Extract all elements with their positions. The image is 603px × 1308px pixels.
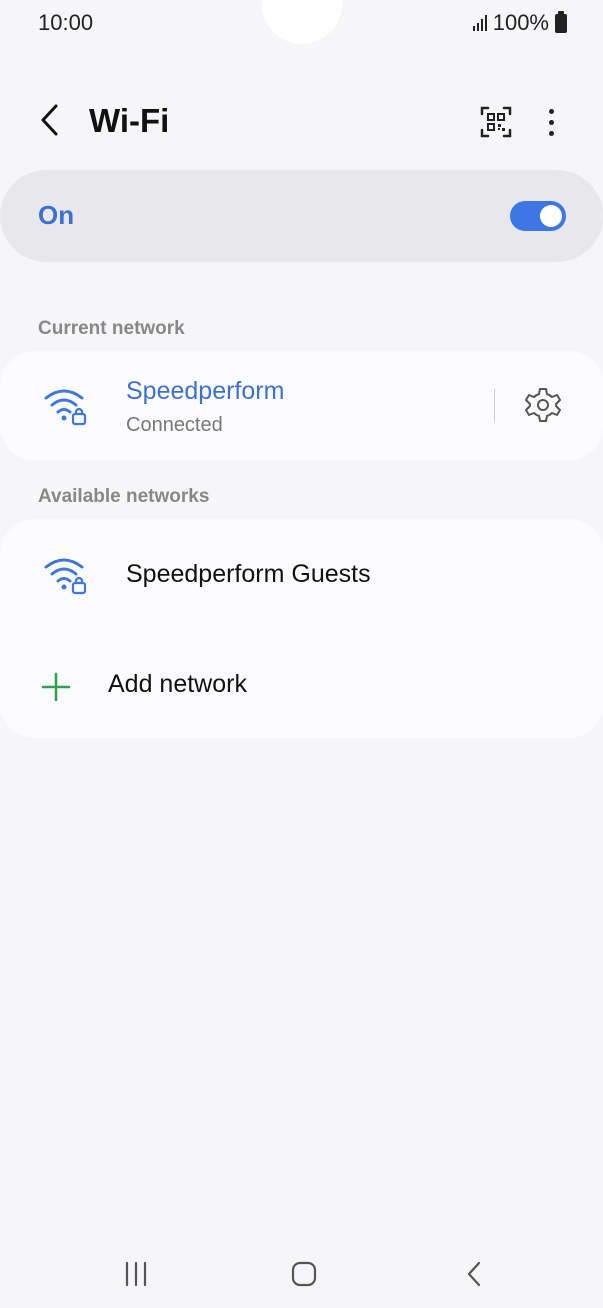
home-icon bbox=[291, 1261, 317, 1287]
home-button[interactable] bbox=[284, 1254, 324, 1294]
wifi-toggle-label: On bbox=[38, 200, 75, 230]
divider bbox=[494, 388, 495, 422]
current-network-card: Speedperform Connected bbox=[0, 351, 603, 460]
signal-icon bbox=[472, 15, 487, 31]
navigation-bar bbox=[0, 1240, 603, 1308]
wifi-lock-icon bbox=[44, 389, 87, 426]
chevron-left-icon bbox=[41, 104, 58, 136]
qr-code-button[interactable] bbox=[476, 102, 516, 142]
current-network-heading: Current network bbox=[38, 318, 185, 339]
nav-back-button[interactable] bbox=[454, 1254, 494, 1294]
app-header: Wi-Fi bbox=[0, 88, 603, 154]
status-bar: 10:00 100% bbox=[0, 0, 603, 50]
add-network-label: Add network bbox=[108, 670, 247, 698]
add-network-button[interactable]: Add network bbox=[0, 634, 603, 734]
back-button[interactable] bbox=[30, 100, 70, 140]
available-networks-card: Speedperform Guests Add network bbox=[0, 519, 603, 738]
status-indicators: 100% bbox=[472, 10, 567, 36]
plus-icon bbox=[41, 672, 71, 702]
available-networks-heading: Available networks bbox=[38, 486, 210, 507]
battery-icon bbox=[555, 10, 567, 33]
battery-percent: 100% bbox=[492, 10, 549, 35]
recent-apps-button[interactable] bbox=[116, 1254, 156, 1294]
wifi-lock-icon bbox=[44, 558, 87, 595]
qr-code-icon bbox=[480, 106, 512, 138]
more-options-button[interactable] bbox=[536, 102, 566, 142]
current-network-name: Speedperform bbox=[126, 377, 285, 405]
more-options-icon bbox=[548, 108, 554, 114]
current-network-item[interactable]: Speedperform Connected bbox=[0, 351, 480, 460]
network-list-item[interactable]: Speedperform Guests bbox=[0, 519, 603, 629]
current-network-status: Connected bbox=[126, 414, 223, 436]
page-title: Wi-Fi bbox=[89, 102, 170, 139]
wifi-toggle-row[interactable]: On bbox=[0, 170, 603, 262]
recent-apps-icon bbox=[125, 1261, 147, 1287]
toggle-knob bbox=[540, 205, 562, 227]
chevron-left-icon bbox=[467, 1261, 481, 1287]
status-time: 10:00 bbox=[38, 10, 94, 35]
gear-icon bbox=[525, 388, 561, 422]
network-name: Speedperform Guests bbox=[126, 560, 371, 588]
network-settings-button[interactable] bbox=[523, 385, 563, 425]
wifi-toggle-switch[interactable] bbox=[510, 201, 566, 231]
